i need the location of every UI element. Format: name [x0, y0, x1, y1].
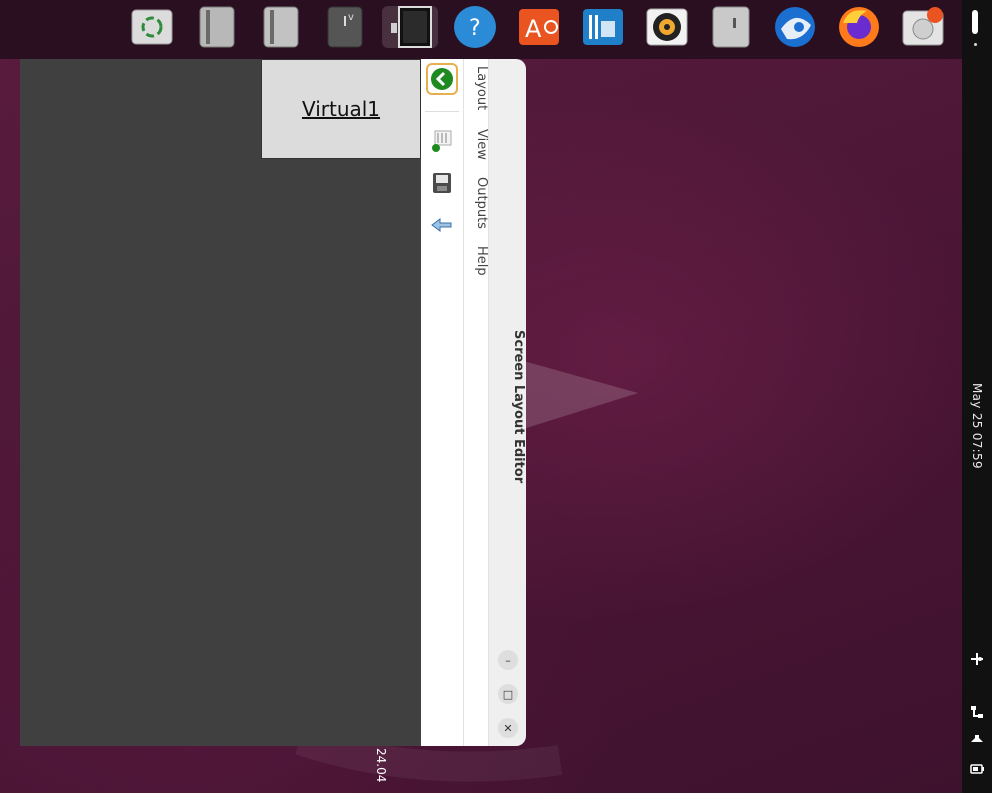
- window-title: Screen Layout Editor: [511, 330, 526, 484]
- network-icon[interactable]: [967, 703, 987, 721]
- app-center-icon[interactable]: A: [516, 6, 562, 48]
- workspace-indicator: [974, 43, 977, 46]
- toolbar-separator: [425, 111, 459, 112]
- clock[interactable]: May 25 07:59: [962, 383, 992, 483]
- new-layout-icon: [432, 130, 452, 152]
- drive-icon[interactable]: v: [322, 6, 368, 48]
- activities-button[interactable]: [972, 10, 978, 34]
- volume-icon[interactable]: [967, 731, 987, 749]
- maximize-button[interactable]: □: [498, 684, 518, 704]
- menubar: Layout View Outputs Help: [464, 59, 489, 746]
- minimize-button[interactable]: –: [498, 650, 518, 670]
- close-button[interactable]: ✕: [498, 718, 518, 738]
- drive-icon[interactable]: [258, 6, 304, 48]
- menu-view[interactable]: View: [464, 129, 489, 160]
- svg-text:v: v: [348, 12, 354, 23]
- drive-icon[interactable]: [194, 6, 240, 48]
- speaker-icon[interactable]: [644, 6, 690, 48]
- thunderbird-icon[interactable]: [772, 6, 818, 48]
- help-icon[interactable]: ?: [452, 6, 498, 48]
- apply-button[interactable]: [426, 63, 458, 95]
- open-icon: [431, 218, 452, 232]
- installer-icon[interactable]: [900, 6, 946, 48]
- firefox-icon[interactable]: [836, 6, 882, 48]
- dock: v ? A: [0, 0, 962, 59]
- menu-outputs[interactable]: Outputs: [464, 177, 489, 229]
- battery-icon[interactable]: [967, 760, 987, 778]
- usb-icon[interactable]: [708, 6, 754, 48]
- ubuntu-version-label: 24.04: [374, 748, 388, 783]
- save-layout-button[interactable]: [426, 167, 458, 199]
- impress-icon[interactable]: [580, 6, 626, 48]
- accessibility-icon[interactable]: [967, 650, 987, 668]
- monitor-label: Virtual1: [301, 97, 381, 121]
- new-layout-button[interactable]: [426, 125, 458, 157]
- svg-text:?: ?: [469, 16, 481, 41]
- svg-text:A: A: [525, 15, 542, 43]
- apply-icon: [431, 68, 453, 90]
- monitor-virtual1[interactable]: Virtual1: [261, 59, 421, 159]
- display-icon[interactable]: [382, 6, 438, 48]
- save-icon: [433, 173, 451, 193]
- menu-layout[interactable]: Layout: [464, 66, 489, 110]
- menu-help[interactable]: Help: [464, 246, 489, 276]
- recycle-bin-icon[interactable]: [129, 6, 175, 48]
- layout-canvas[interactable]: [20, 59, 421, 746]
- open-layout-button[interactable]: [426, 209, 458, 241]
- toolbar: [421, 59, 464, 746]
